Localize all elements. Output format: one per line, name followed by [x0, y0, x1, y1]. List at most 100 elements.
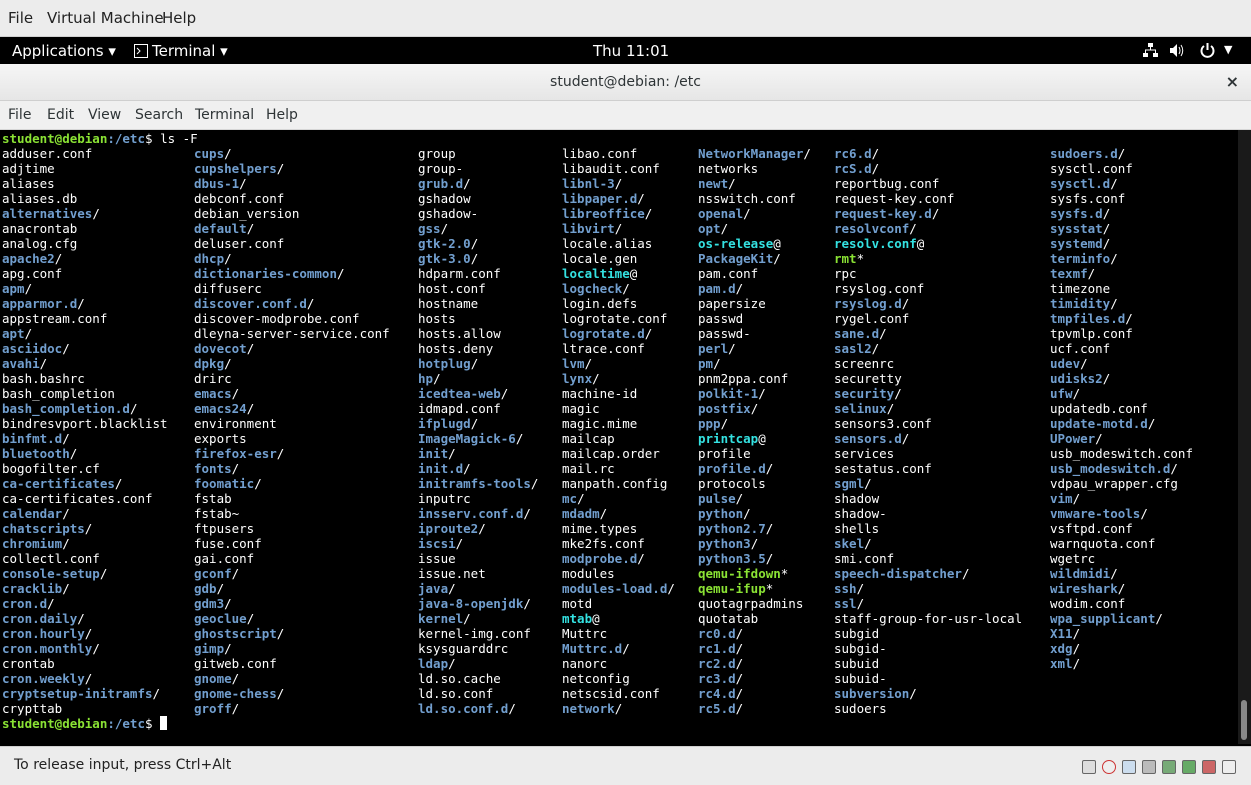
ls-entry: cron.daily/	[2, 611, 85, 626]
menu-terminal[interactable]: Terminal	[195, 107, 254, 123]
vm-menu-virtual-machine[interactable]: Virtual Machine	[47, 9, 164, 27]
command-text: ls -F	[160, 131, 198, 146]
ls-entry: mc/	[562, 491, 585, 506]
menu-search[interactable]: Search	[135, 107, 183, 123]
ls-entry: localtime@	[562, 266, 638, 281]
vm-menubar: File Virtual Machine Help	[0, 0, 1251, 37]
menu-help[interactable]: Help	[266, 107, 298, 123]
ls-entry: hostname	[418, 296, 479, 311]
ls-entry: hotplug/	[418, 356, 479, 371]
ls-entry: libao.conf	[562, 146, 638, 161]
terminal-app-menu[interactable]: Terminal ▾	[152, 42, 228, 60]
floppy-icon[interactable]	[1142, 760, 1156, 774]
ls-entry: gss/	[418, 221, 449, 236]
ls-entry: xdg/	[1050, 641, 1081, 656]
applications-menu[interactable]: Applications ▾	[12, 42, 116, 60]
ls-entry: libpaper.d/	[562, 191, 645, 206]
ls-entry: hosts.deny	[418, 341, 494, 356]
chevron-down-icon[interactable]: ▼	[1224, 43, 1232, 56]
ls-entry: usb_modeswitch.conf	[1050, 446, 1193, 461]
menu-edit[interactable]: Edit	[47, 107, 74, 123]
ls-entry: Muttrc.d/	[562, 641, 630, 656]
ls-entry: modules-load.d/	[562, 581, 675, 596]
vm-menu-help[interactable]: Help	[162, 9, 196, 27]
menu-file[interactable]: File	[8, 107, 31, 123]
ls-entry: fstab	[194, 491, 232, 506]
ls-entry: libnl-3/	[562, 176, 623, 191]
ls-entry: adjtime	[2, 161, 55, 176]
ls-entry: rsyslog.conf	[834, 281, 925, 296]
ls-entry: sysctl.conf	[1050, 161, 1133, 176]
ls-entry: NetworkManager/	[698, 146, 811, 161]
volume-icon[interactable]	[1170, 43, 1186, 62]
ls-entry: perl/	[698, 341, 736, 356]
ls-entry: logcheck/	[562, 281, 630, 296]
ls-entry: rpc	[834, 266, 857, 281]
ls-entry: staff-group-for-usr-local	[834, 611, 1023, 626]
ls-entry: update-motd.d/	[1050, 416, 1156, 431]
ls-entry: drirc	[194, 371, 232, 386]
ls-entry: shells	[834, 521, 880, 536]
ls-entry: fuse.conf	[194, 536, 262, 551]
ls-entry: ufw/	[1050, 386, 1081, 401]
ls-entry: cron.monthly/	[2, 641, 100, 656]
network-adapter-2-icon[interactable]	[1182, 760, 1196, 774]
ls-entry: network/	[562, 701, 623, 716]
ls-entry: java/	[418, 581, 456, 596]
ls-entry: speech-dispatcher/	[834, 566, 970, 581]
terminal-output[interactable]: student@debian:/etc$ ls -F adduser.conf a…	[0, 130, 1237, 744]
ls-entry: kernel/	[418, 611, 471, 626]
ls-entry: request-key.conf	[834, 191, 955, 206]
ls-entry: bash_completion.d/	[2, 401, 138, 416]
scrollbar-thumb[interactable]	[1241, 700, 1247, 740]
ls-entry: ppp/	[698, 416, 729, 431]
ls-entry: groff/	[194, 701, 240, 716]
ls-entry: PackageKit/	[698, 251, 781, 266]
ls-entry: geoclue/	[194, 611, 255, 626]
ls-entry: timezone	[1050, 281, 1111, 296]
ls-entry: logrotate.d/	[562, 326, 653, 341]
ls-entry: cron.weekly/	[2, 671, 93, 686]
hdd-icon[interactable]	[1082, 760, 1096, 774]
ls-entry: cron.d/	[2, 596, 55, 611]
prompt-user: student@debian	[2, 716, 108, 731]
ls-entry: environment	[194, 416, 277, 431]
ls-entry: hosts.allow	[418, 326, 501, 341]
ls-entry: sensors.d/	[834, 431, 910, 446]
ls-entry: updatedb.conf	[1050, 401, 1148, 416]
ls-entry: mke2fs.conf	[562, 536, 645, 551]
settings-icon[interactable]	[1222, 760, 1236, 774]
ls-entry: bogofilter.cf	[2, 461, 100, 476]
clock[interactable]: Thu 11:01	[593, 42, 669, 60]
ls-entry: mail.rc	[562, 461, 615, 476]
ls-entry: ltrace.conf	[562, 341, 645, 356]
terminal-scrollbar[interactable]	[1238, 130, 1251, 744]
ls-entry: exports	[194, 431, 247, 446]
ls-entry: rmt*	[834, 251, 865, 266]
sound-icon[interactable]	[1202, 760, 1216, 774]
ls-entry: gimp/	[194, 641, 232, 656]
ls-entry: icedtea-web/	[418, 386, 509, 401]
ls-entry: diffuserc	[194, 281, 262, 296]
ls-entry: sysfs.conf	[1050, 191, 1126, 206]
ls-entry: fstab~	[194, 506, 240, 521]
menu-view[interactable]: View	[88, 107, 121, 123]
ls-entry: group-	[418, 161, 464, 176]
close-icon[interactable]: ×	[1226, 72, 1239, 91]
ls-entry: libvirt/	[562, 221, 623, 236]
prompt-line[interactable]: student@debian:/etc$	[2, 716, 168, 731]
power-icon[interactable]	[1200, 43, 1215, 62]
network-adapter-icon[interactable]	[1162, 760, 1176, 774]
cdrom-icon[interactable]	[1102, 760, 1116, 774]
ls-entry: quotagrpadmins	[698, 596, 804, 611]
ls-entry: tmpfiles.d/	[1050, 311, 1133, 326]
vm-menu-file[interactable]: File	[8, 9, 33, 27]
ls-entry: subuid-	[834, 671, 887, 686]
ls-entry: pam.conf	[698, 266, 759, 281]
ls-entry: subuid	[834, 656, 880, 671]
prompt-path: :/etc	[107, 131, 145, 146]
network-icon[interactable]	[1143, 43, 1158, 62]
window-titlebar[interactable]: student@debian: /etc ×	[0, 64, 1251, 101]
ls-entry: resolv.conf@	[834, 236, 925, 251]
usb-icon[interactable]	[1122, 760, 1136, 774]
